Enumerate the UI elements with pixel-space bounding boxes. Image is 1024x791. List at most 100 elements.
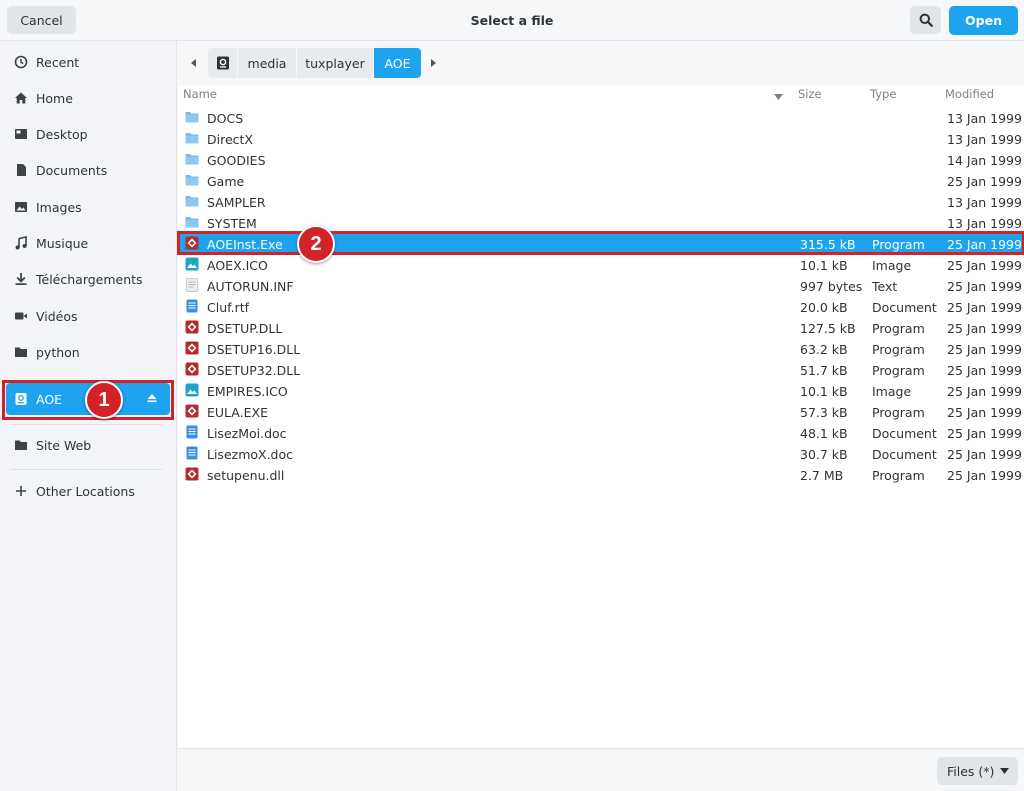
file-size: 30.7 kB bbox=[800, 447, 848, 462]
file-row[interactable]: DSETUP16.DLL 63.2 kB Program 25 Jan 1999 bbox=[178, 338, 1024, 359]
chevron-right-icon bbox=[431, 59, 436, 67]
file-type: Program bbox=[872, 363, 925, 378]
sort-descending-icon[interactable] bbox=[774, 89, 783, 105]
file-row[interactable]: LisezmoX.doc 30.7 kB Document 25 Jan 1999 bbox=[178, 443, 1024, 464]
file-name: SYSTEM bbox=[207, 216, 257, 231]
program-icon bbox=[185, 362, 199, 376]
clock-icon bbox=[14, 55, 28, 69]
program-icon bbox=[185, 320, 199, 334]
file-modified: 13 Jan 1999 bbox=[947, 111, 1022, 126]
file-name: AUTORUN.INF bbox=[207, 279, 294, 294]
desktop-icon bbox=[14, 127, 28, 141]
sidebar-item-label: Desktop bbox=[36, 126, 88, 142]
folder-icon bbox=[185, 152, 199, 166]
file-modified: 25 Jan 1999 bbox=[947, 447, 1022, 462]
file-type: Program bbox=[872, 468, 925, 483]
file-modified: 13 Jan 1999 bbox=[947, 132, 1022, 147]
plus-icon bbox=[14, 484, 28, 498]
file-size: 48.1 kB bbox=[800, 426, 848, 441]
file-name: AOEX.ICO bbox=[207, 258, 268, 273]
search-button[interactable] bbox=[910, 6, 941, 34]
path-crumb-tuxplayer[interactable]: tuxplayer bbox=[297, 48, 373, 78]
file-name: EULA.EXE bbox=[207, 405, 268, 420]
file-row[interactable]: AUTORUN.INF 997 bytes Text 25 Jan 1999 bbox=[178, 275, 1024, 296]
file-modified: 25 Jan 1999 bbox=[947, 426, 1022, 441]
callout-badge-1: 1 bbox=[85, 381, 123, 419]
dialog-title: Select a file bbox=[470, 13, 554, 28]
sidebar-item-home[interactable]: Home bbox=[6, 82, 170, 114]
sidebar-item-other-locations[interactable]: Other Locations bbox=[6, 475, 170, 507]
sidebar-item-images[interactable]: Images bbox=[6, 191, 170, 223]
cancel-button[interactable]: Cancel bbox=[7, 6, 76, 34]
sidebar-item-documents[interactable]: Documents bbox=[6, 154, 170, 186]
file-row[interactable]: SAMPLER 13 Jan 1999 bbox=[178, 191, 1024, 212]
sidebar-item-recent[interactable]: Recent bbox=[6, 46, 170, 78]
sidebar-item-site-web[interactable]: Site Web bbox=[6, 429, 170, 461]
file-row[interactable]: setupenu.dll 2.7 MB Program 25 Jan 1999 bbox=[178, 464, 1024, 485]
file-name: DSETUP32.DLL bbox=[207, 363, 301, 378]
home-icon bbox=[14, 91, 28, 105]
sidebar-item-téléchargements[interactable]: Téléchargements bbox=[6, 263, 170, 295]
sidebar-separator bbox=[10, 424, 162, 425]
path-crumb-media[interactable]: media bbox=[238, 48, 296, 78]
footer-bar: Files (*) bbox=[178, 748, 1024, 791]
file-modified: 25 Jan 1999 bbox=[947, 300, 1022, 315]
file-name: Game bbox=[207, 174, 245, 189]
image-icon bbox=[14, 200, 28, 214]
file-size: 57.3 kB bbox=[800, 405, 848, 420]
file-size: 10.1 kB bbox=[800, 384, 848, 399]
file-name: SAMPLER bbox=[207, 195, 266, 210]
file-row[interactable]: EULA.EXE 57.3 kB Program 25 Jan 1999 bbox=[178, 401, 1024, 422]
file-row[interactable]: DSETUP.DLL 127.5 kB Program 25 Jan 1999 bbox=[178, 317, 1024, 338]
chevron-down-icon bbox=[1000, 768, 1010, 774]
file-type: Text bbox=[872, 279, 898, 294]
file-type-filter[interactable]: Files (*) bbox=[937, 757, 1018, 785]
sidebar-item-musique[interactable]: Musique bbox=[6, 227, 170, 259]
open-button[interactable]: Open bbox=[949, 6, 1018, 35]
column-header-size[interactable]: Size bbox=[798, 87, 822, 103]
file-type-filter-label: Files (*) bbox=[947, 763, 995, 779]
file-modified: 14 Jan 1999 bbox=[947, 153, 1022, 168]
file-size: 51.7 kB bbox=[800, 363, 848, 378]
file-browser: media tuxplayer AOE Name Size Type Modif… bbox=[178, 41, 1024, 748]
file-type: Document bbox=[872, 447, 937, 462]
document-icon bbox=[185, 425, 199, 439]
file-type: Document bbox=[872, 426, 937, 441]
document-icon bbox=[185, 299, 199, 313]
file-row[interactable]: DSETUP32.DLL 51.7 kB Program 25 Jan 1999 bbox=[178, 359, 1024, 380]
column-header-modified[interactable]: Modified bbox=[945, 87, 994, 103]
file-row[interactable]: DOCS 13 Jan 1999 bbox=[178, 107, 1024, 128]
file-name: LisezmoX.doc bbox=[207, 447, 294, 462]
column-header-type[interactable]: Type bbox=[870, 87, 896, 103]
sidebar-item-vidéos[interactable]: Vidéos bbox=[6, 300, 170, 332]
sidebar-item-label: python bbox=[36, 344, 80, 360]
file-name: Cluf.rtf bbox=[207, 300, 250, 315]
path-back-button[interactable] bbox=[189, 57, 199, 69]
file-type: Program bbox=[872, 405, 925, 420]
folder-icon bbox=[185, 173, 199, 187]
path-root-button[interactable] bbox=[208, 48, 237, 78]
file-row[interactable]: GOODIES 14 Jan 1999 bbox=[178, 149, 1024, 170]
column-header-name[interactable]: Name bbox=[183, 87, 217, 103]
file-row[interactable]: Cluf.rtf 20.0 kB Document 25 Jan 1999 bbox=[178, 296, 1024, 317]
sidebar-item-python[interactable]: python bbox=[6, 336, 170, 368]
file-row[interactable]: Game 25 Jan 1999 bbox=[178, 170, 1024, 191]
document-icon bbox=[14, 163, 28, 177]
sidebar-item-label: Site Web bbox=[36, 437, 92, 453]
file-row[interactable]: EMPIRES.ICO 10.1 kB Image 25 Jan 1999 bbox=[178, 380, 1024, 401]
video-icon bbox=[14, 309, 28, 323]
file-modified: 25 Jan 1999 bbox=[947, 384, 1022, 399]
file-type: Document bbox=[872, 300, 937, 315]
file-modified: 13 Jan 1999 bbox=[947, 216, 1022, 231]
file-row[interactable]: DirectX 13 Jan 1999 bbox=[178, 128, 1024, 149]
file-size: 997 bytes bbox=[800, 279, 863, 294]
file-row[interactable]: LisezMoi.doc 48.1 kB Document 25 Jan 1999 bbox=[178, 422, 1024, 443]
sidebar-item-desktop[interactable]: Desktop bbox=[6, 118, 170, 150]
file-modified: 25 Jan 1999 bbox=[947, 258, 1022, 273]
file-modified: 13 Jan 1999 bbox=[947, 195, 1022, 210]
music-icon bbox=[14, 236, 28, 250]
file-size: 127.5 kB bbox=[800, 321, 856, 336]
sidebar-item-label: Recent bbox=[36, 54, 80, 70]
path-crumb-aoe[interactable]: AOE bbox=[374, 48, 421, 78]
path-forward-button[interactable] bbox=[428, 57, 438, 69]
